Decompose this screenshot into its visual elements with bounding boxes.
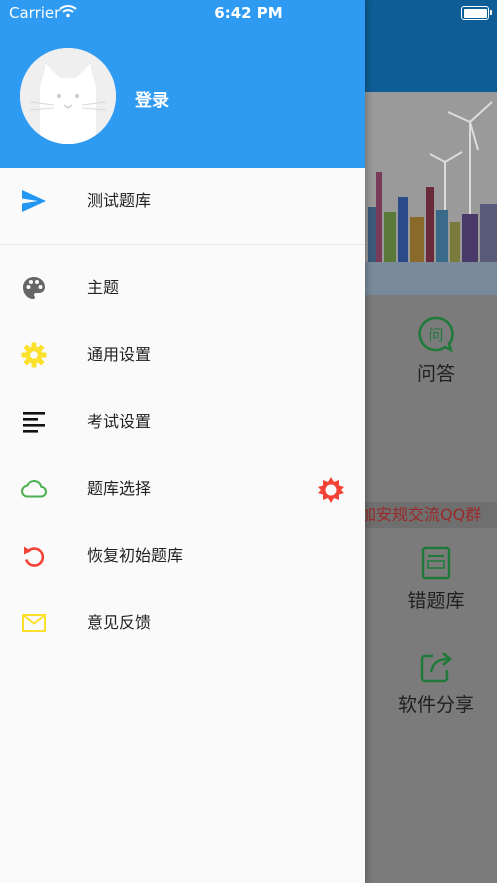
cat-avatar-icon — [20, 48, 116, 144]
cloud-icon — [20, 479, 48, 498]
status-bar: Carrier 6:42 PM — [0, 0, 497, 26]
avatar[interactable] — [20, 48, 116, 144]
navigation-drawer: 登录 测试题库 主题 通用设置 考试设置 题库选择 恢复初始题库 意见反馈 — [0, 0, 365, 883]
share-icon — [420, 652, 452, 683]
menu-item-test-bank[interactable]: 测试题库 — [0, 168, 365, 234]
marquee-notice: 加安规交流QQ群 — [360, 502, 497, 528]
book-icon — [421, 546, 451, 580]
login-link[interactable]: 登录 — [135, 86, 169, 111]
settings-gear-icon[interactable] — [317, 476, 345, 504]
menu-item-label: 题库选择 — [87, 479, 152, 498]
restore-icon — [24, 546, 45, 567]
menu-item-label: 主题 — [87, 278, 120, 297]
qa-entry: 问 问答 — [376, 315, 496, 386]
menu-item-exam-settings[interactable]: 考试设置 — [0, 389, 365, 455]
text-lines-icon — [23, 412, 45, 433]
palette-icon — [23, 277, 45, 299]
menu-divider — [0, 244, 365, 245]
clock: 6:42 PM — [214, 4, 283, 22]
share-entry: 软件分享 — [376, 650, 496, 717]
qa-label: 问答 — [416, 363, 455, 385]
menu-item-feedback[interactable]: 意见反馈 — [0, 590, 365, 656]
share-label: 软件分享 — [397, 694, 474, 716]
menu-item-label: 考试设置 — [87, 412, 152, 431]
menu-item-label: 测试题库 — [87, 191, 152, 210]
menu-item-bank-select[interactable]: 题库选择 — [0, 456, 365, 522]
send-icon — [22, 190, 46, 212]
menu-item-label: 恢复初始题库 — [87, 546, 184, 565]
menu-item-label: 意见反馈 — [87, 613, 152, 632]
battery-icon — [461, 6, 492, 20]
menu-item-general-settings[interactable]: 通用设置 — [0, 322, 365, 388]
wrong-questions-label: 错题库 — [407, 590, 465, 612]
qa-icon: 问 — [418, 316, 454, 353]
wrong-questions-entry: 错题库 — [376, 546, 496, 613]
menu-item-label: 通用设置 — [87, 345, 152, 364]
menu-item-theme[interactable]: 主题 — [0, 255, 365, 321]
svg-text:问: 问 — [428, 326, 443, 344]
mail-icon — [22, 614, 46, 632]
menu-item-restore-bank[interactable]: 恢复初始题库 — [0, 523, 365, 589]
gear-icon — [21, 342, 47, 368]
